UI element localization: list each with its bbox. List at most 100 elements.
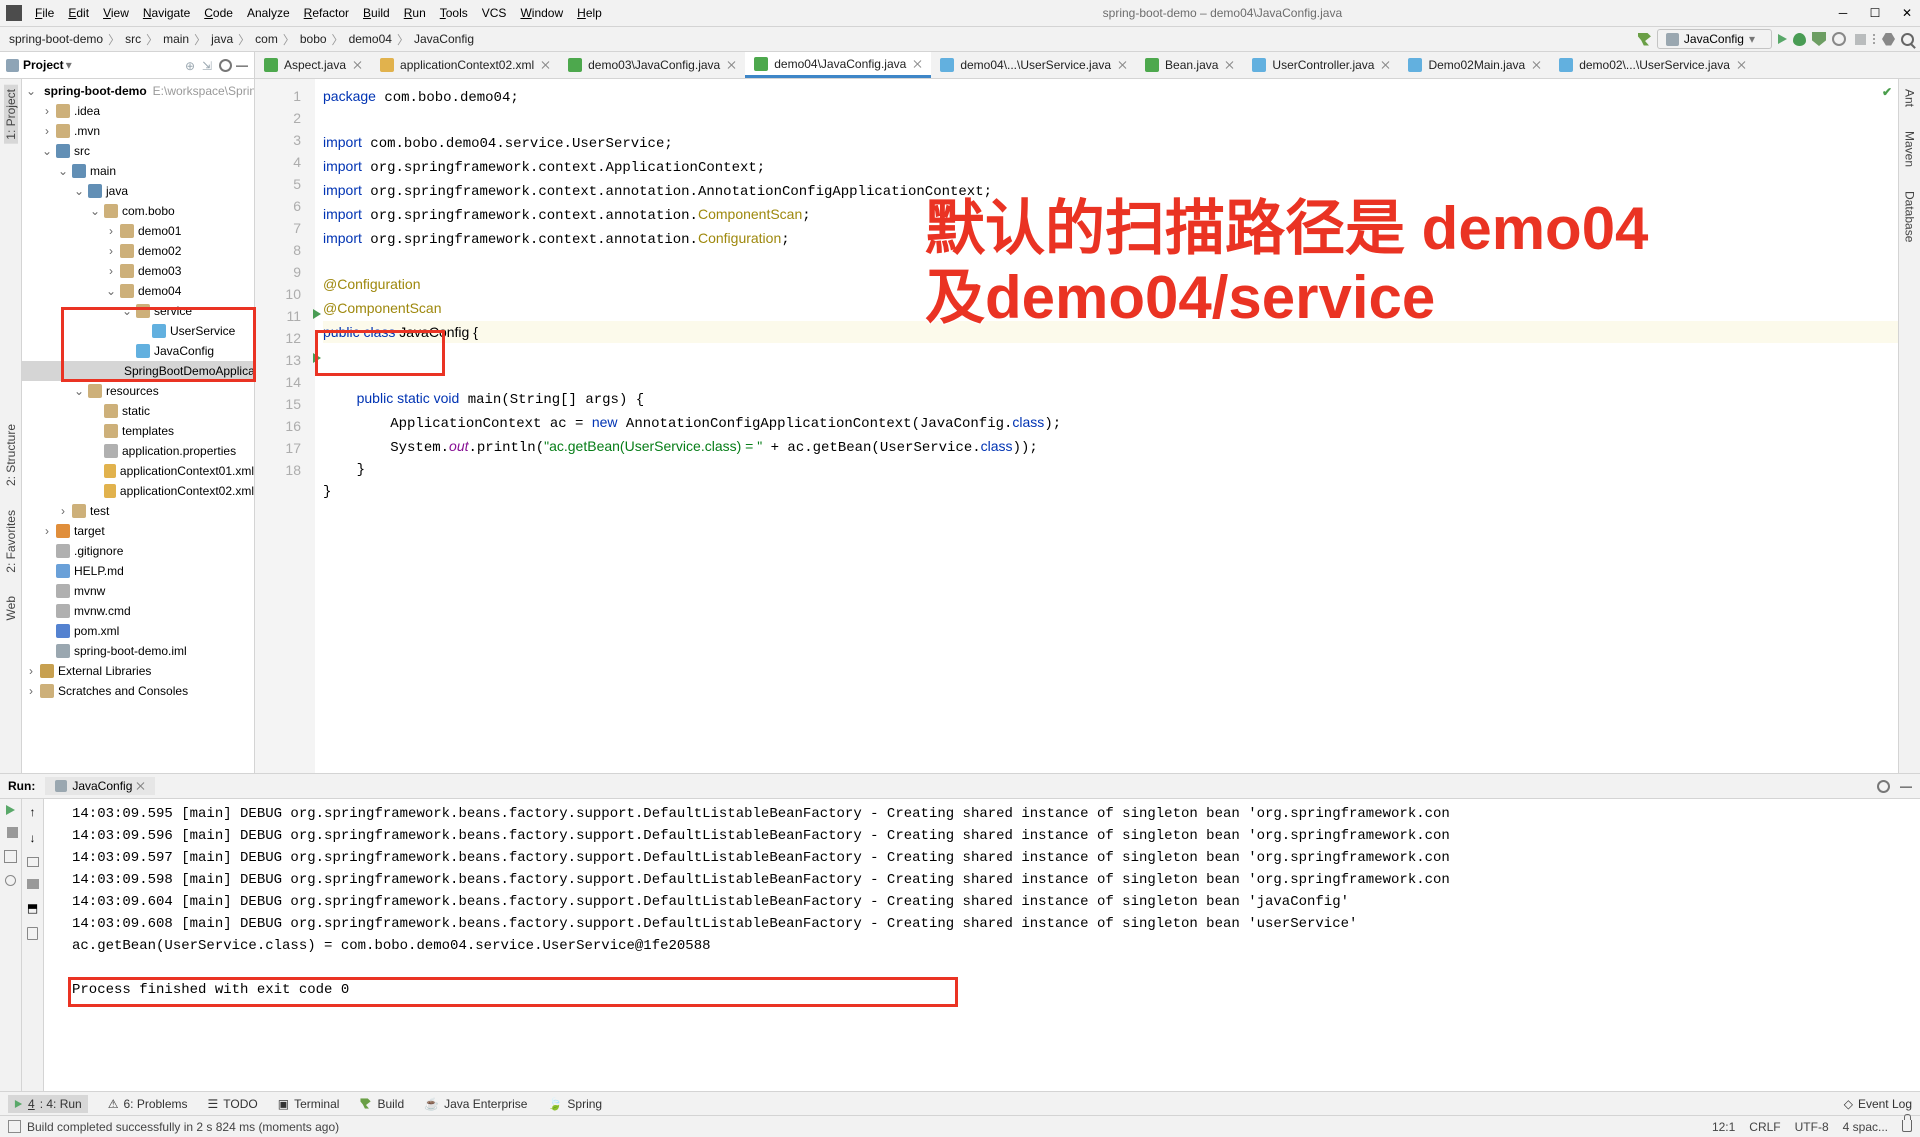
menu-help[interactable]: Help: [570, 3, 609, 23]
inspection-ok-icon: ✔: [1882, 85, 1892, 99]
close-icon[interactable]: [728, 61, 736, 69]
menu-code[interactable]: Code: [197, 3, 240, 23]
console-output[interactable]: 14:03:09.595 [main] DEBUG org.springfram…: [44, 799, 1920, 1091]
breadcrumb[interactable]: demo04: [346, 32, 395, 46]
rail-maven[interactable]: Maven: [1903, 127, 1917, 171]
editor-tab[interactable]: demo03\JavaConfig.java: [559, 52, 745, 78]
breadcrumb[interactable]: main: [160, 32, 192, 46]
indent[interactable]: 4 spac...: [1843, 1120, 1888, 1134]
hide-icon[interactable]: —: [1900, 779, 1912, 793]
build-icon[interactable]: [1638, 33, 1651, 46]
tool-java-enterprise[interactable]: ☕ Java Enterprise: [424, 1097, 527, 1111]
close-icon[interactable]: [1119, 61, 1127, 69]
stop-icon[interactable]: [7, 827, 18, 838]
tool-window-toggle-icon[interactable]: [8, 1120, 21, 1133]
file-type-icon: [754, 57, 768, 71]
breadcrumb[interactable]: com: [252, 32, 281, 46]
close-icon[interactable]: [354, 61, 362, 69]
scroll-icon[interactable]: ⬒: [27, 901, 38, 915]
rerun-icon[interactable]: [6, 805, 15, 815]
tool-run[interactable]: 4: 4: Run: [8, 1095, 88, 1113]
menu-view[interactable]: View: [96, 3, 136, 23]
editor-tab[interactable]: demo04\JavaConfig.java: [745, 52, 931, 78]
code-area[interactable]: package com.bobo.demo04; import com.bobo…: [315, 79, 1898, 773]
tool-event-log[interactable]: ◇ Event Log: [1844, 1097, 1912, 1111]
editor-tab[interactable]: demo02\...\UserService.java: [1550, 52, 1755, 78]
close-icon[interactable]: [1382, 61, 1390, 69]
delete-icon[interactable]: [27, 927, 38, 940]
editor-tab[interactable]: demo04\...\UserService.java: [931, 52, 1136, 78]
menu-file[interactable]: File: [28, 3, 61, 23]
menu-navigate[interactable]: Navigate: [136, 3, 197, 23]
tool-build[interactable]: Build: [359, 1097, 404, 1111]
pin-icon[interactable]: [5, 875, 16, 886]
tool-spring[interactable]: 🍃 Spring: [547, 1097, 602, 1111]
menu-build[interactable]: Build: [356, 3, 397, 23]
collapse-all-icon[interactable]: ⇲: [202, 59, 215, 72]
more-icon[interactable]: [1872, 33, 1876, 45]
tool-todo[interactable]: ☰ TODO: [208, 1097, 258, 1111]
minimize-icon[interactable]: ─: [1836, 6, 1850, 20]
menu-run[interactable]: Run: [397, 3, 433, 23]
close-icon[interactable]: [1226, 61, 1234, 69]
close-icon[interactable]: [1738, 61, 1746, 69]
menu-analyze[interactable]: Analyze: [240, 3, 297, 23]
code-editor[interactable]: 123456789 10 1112 131415161718 package c…: [255, 79, 1898, 773]
settings-icon[interactable]: [1877, 780, 1890, 793]
breadcrumb[interactable]: spring-boot-demo: [6, 32, 106, 46]
editor-tab[interactable]: Demo02Main.java: [1399, 52, 1550, 78]
editor-tab[interactable]: Aspect.java: [255, 52, 371, 78]
breadcrumb[interactable]: JavaConfig: [411, 32, 477, 46]
debug-icon[interactable]: [1793, 33, 1806, 46]
bottom-tool-bar: 4: 4: Run ⚠ 6: Problems ☰ TODO ▣ Termina…: [0, 1091, 1920, 1115]
run-config-selector[interactable]: JavaConfig▾: [1657, 29, 1772, 49]
rail-web[interactable]: Web: [4, 592, 18, 624]
rail-favorites[interactable]: 2: Favorites: [4, 506, 18, 577]
readonly-lock-icon[interactable]: [1902, 1120, 1912, 1132]
close-icon[interactable]: ✕: [1900, 6, 1914, 20]
breadcrumb[interactable]: java: [208, 32, 236, 46]
wrap-icon[interactable]: [27, 857, 39, 867]
menu-tools[interactable]: Tools: [433, 3, 475, 23]
file-encoding[interactable]: UTF-8: [1795, 1120, 1829, 1134]
print-icon[interactable]: [27, 879, 39, 889]
project-panel-header[interactable]: Project ▾ ⊕ ⇲ —: [0, 52, 255, 78]
profile-icon[interactable]: [1832, 32, 1846, 46]
editor-tab[interactable]: UserController.java: [1243, 52, 1399, 78]
git-icon[interactable]: [1882, 33, 1895, 46]
breadcrumb[interactable]: bobo: [297, 32, 330, 46]
close-icon[interactable]: [1533, 61, 1541, 69]
editor-tab[interactable]: Bean.java: [1136, 52, 1243, 78]
caret-position[interactable]: 12:1: [1712, 1120, 1735, 1134]
stop-icon[interactable]: [1855, 34, 1866, 45]
editor-tab[interactable]: applicationContext02.xml: [371, 52, 559, 78]
coverage-icon[interactable]: [1812, 32, 1826, 46]
layout-icon[interactable]: [4, 850, 17, 863]
tool-problems[interactable]: ⚠ 6: Problems: [108, 1097, 188, 1111]
up-icon[interactable]: ↑: [30, 805, 36, 819]
rail-structure[interactable]: 2: Structure: [4, 420, 18, 490]
run-tab[interactable]: JavaConfig: [45, 777, 155, 795]
search-everywhere-icon[interactable]: [1901, 33, 1914, 46]
rail-database[interactable]: Database: [1903, 187, 1917, 246]
rail-ant[interactable]: Ant: [1903, 85, 1917, 111]
line-separator[interactable]: CRLF: [1749, 1120, 1780, 1134]
menu-refactor[interactable]: Refactor: [297, 3, 356, 23]
close-icon[interactable]: [914, 60, 922, 68]
select-opened-icon[interactable]: ⊕: [185, 59, 198, 72]
run-side-toolbar-2: ↑ ↓ ⬒: [22, 799, 44, 1091]
hide-icon[interactable]: —: [236, 58, 248, 72]
menu-vcs[interactable]: VCS: [475, 3, 514, 23]
breadcrumb[interactable]: src: [122, 32, 144, 46]
settings-icon[interactable]: [219, 59, 232, 72]
close-icon[interactable]: [542, 61, 550, 69]
menu-edit[interactable]: Edit: [61, 3, 96, 23]
menu-window[interactable]: Window: [513, 3, 570, 23]
rail-project[interactable]: 1: Project: [4, 85, 18, 144]
run-icon[interactable]: [1778, 34, 1787, 44]
close-icon[interactable]: [137, 782, 145, 790]
tool-terminal[interactable]: ▣ Terminal: [278, 1097, 340, 1111]
project-tree[interactable]: ⌄spring-boot-demoE:\workspace\SpringClou…: [22, 79, 255, 773]
down-icon[interactable]: ↓: [30, 831, 36, 845]
maximize-icon[interactable]: ☐: [1868, 6, 1882, 20]
